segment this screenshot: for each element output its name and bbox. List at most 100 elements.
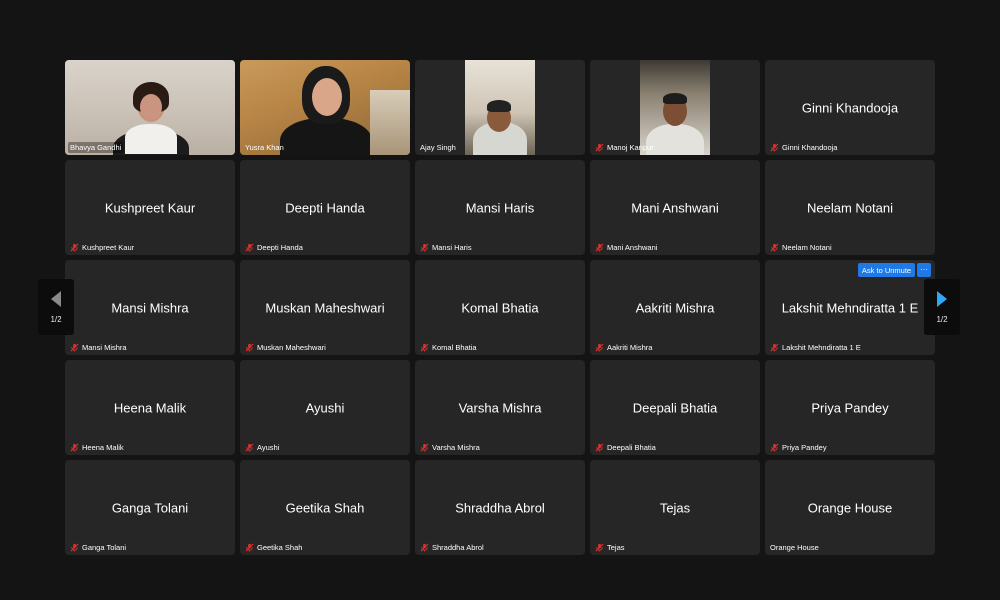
participant-video [65,60,235,155]
participant-name-label: Komal Bhatia [418,342,479,353]
camera-feed [465,60,535,155]
participant-display-name: Lakshit Mehndiratta 1 E [781,300,919,315]
participant-name-label: Aakriti Mishra [593,342,654,353]
next-page-button[interactable]: 1/2 [924,279,960,335]
muted-mic-icon [245,543,254,552]
participant-name-label: Yusra Khan [245,143,284,152]
participant-display-name: Deepali Bhatia [632,400,718,415]
muted-mic-icon [595,543,604,552]
participant-tile-ginni-khandooja[interactable]: Ginni Khandooja Ginni Khandooja [765,60,935,155]
participant-tile-neelam-notani[interactable]: Neelam Notani Neelam Notani [765,160,935,255]
page-indicator: 1/2 [50,314,62,324]
participant-name-label: Neelam Notani [768,242,834,253]
participant-tile-ganga-tolani[interactable]: Ganga Tolani Ganga Tolani [65,460,235,555]
participant-tile-ajay-singh[interactable]: Ajay Singh [415,60,585,155]
muted-mic-icon [70,343,79,352]
ask-to-unmute-button[interactable]: Ask to Unmute [858,263,915,277]
muted-mic-icon [420,543,429,552]
participant-tile-geetika-shah[interactable]: Geetika Shah Geetika Shah [240,460,410,555]
participant-display-name: Mansi Mishra [111,300,189,315]
participant-tile-mani-anshwani[interactable]: Mani Anshwani Mani Anshwani [590,160,760,255]
participant-name-label: Bhavya Gandhi [68,142,124,153]
participant-tile-heena-malik[interactable]: Heena Malik Heena Malik [65,360,235,455]
participant-tile-yusra-khan[interactable]: Yusra Khan [240,60,410,155]
participant-tile-deepali-bhatia[interactable]: Deepali Bhatia Deepali Bhatia [590,360,760,455]
muted-mic-icon [70,443,79,452]
participant-tile-shraddha-abrol[interactable]: Shraddha Abrol Shraddha Abrol [415,460,585,555]
participant-name-label: Ajay Singh [420,143,456,152]
participant-tile-tejas[interactable]: Tejas Tejas [590,460,760,555]
muted-mic-icon [770,243,779,252]
participant-tile-komal-bhatia[interactable]: Komal Bhatia Komal Bhatia [415,260,585,355]
participant-display-name: Ginni Khandooja [801,100,899,115]
muted-mic-icon [420,343,429,352]
muted-mic-icon [245,443,254,452]
muted-mic-icon [245,343,254,352]
more-options-button[interactable]: ··· [917,263,931,277]
muted-mic-icon [420,443,429,452]
participant-tile-muskan-maheshwari[interactable]: Muskan Maheshwari Muskan Maheshwari [240,260,410,355]
participant-display-name: Muskan Maheshwari [265,300,385,315]
participant-name-label: Orange House [770,543,819,552]
participant-name-label: Deepti Handa [243,242,305,253]
participant-tile-mansi-haris[interactable]: Mansi Haris Mansi Haris [415,160,585,255]
person-face [140,94,162,120]
person-hair [487,100,511,112]
participant-name-label: Priya Pandey [768,442,829,453]
participant-name-label: Ginni Khandooja [768,142,839,153]
participant-display-name: Ayushi [305,400,345,415]
participant-video [240,60,410,155]
more-options-icon: ··· [920,265,928,274]
muted-mic-icon [245,243,254,252]
muted-mic-icon [770,443,779,452]
participant-tile-mansi-mishra[interactable]: Mansi Mishra Mansi Mishra [65,260,235,355]
participant-display-name: Varsha Mishra [458,400,542,415]
participant-tile-aakriti-mishra[interactable]: Aakriti Mishra Aakriti Mishra [590,260,760,355]
participant-display-name: Geetika Shah [285,500,365,515]
participant-display-name: Neelam Notani [807,200,893,215]
muted-mic-icon [595,243,604,252]
participant-display-name: Kushpreet Kaur [104,200,196,215]
participant-name-label: Mansi Mishra [68,342,129,353]
participant-tile-orange-house[interactable]: Orange House Orange House [765,460,935,555]
gallery-grid: Bhavya Gandhi Yusra Khan Ajay Singh Mano… [65,60,935,555]
participant-tile-varsha-mishra[interactable]: Varsha Mishra Varsha Mishra [415,360,585,455]
page-indicator: 1/2 [936,314,948,324]
participant-video [415,60,585,155]
muted-mic-icon [70,243,79,252]
participant-name-label: Lakshit Mehndiratta 1 E [768,342,863,353]
participant-name-label: Muskan Maheshwari [243,342,328,353]
participant-name-label: Tejas [593,542,627,553]
next-page-arrow-icon [936,290,948,309]
participant-name-label: Kushpreet Kaur [68,242,136,253]
participant-tile-ayushi[interactable]: Ayushi Ayushi [240,360,410,455]
participant-tile-manoj-kanpur[interactable]: Manoj Kanpur [590,60,760,155]
participant-name-label: Varsha Mishra [418,442,482,453]
participant-display-name: Orange House [807,500,893,515]
participant-display-name: Tejas [659,500,691,515]
participant-tile-priya-pandey[interactable]: Priya Pandey Priya Pandey [765,360,935,455]
background-decor [370,90,410,155]
prev-page-arrow-icon [50,290,62,309]
muted-mic-icon [595,143,604,152]
participant-name-label: Heena Malik [68,442,126,453]
muted-mic-icon [595,443,604,452]
muted-mic-icon [70,543,79,552]
participant-tile-kushpreet-kaur[interactable]: Kushpreet Kaur Kushpreet Kaur [65,160,235,255]
muted-mic-icon [420,243,429,252]
camera-feed [640,60,710,155]
participant-name-label: Shraddha Abrol [418,542,486,553]
person-face [312,78,342,116]
participant-tile-deepti-handa[interactable]: Deepti Handa Deepti Handa [240,160,410,255]
participant-name-label: Manoj Kanpur [593,142,656,153]
participant-display-name: Deepti Handa [285,200,365,215]
participant-display-name: Shraddha Abrol [455,500,545,515]
participant-tile-bhavya-gandhi[interactable]: Bhavya Gandhi [65,60,235,155]
participant-display-name: Heena Malik [113,400,187,415]
participant-video [590,60,760,155]
muted-mic-icon [595,343,604,352]
participant-name-label: Mani Anshwani [593,242,659,253]
previous-page-button[interactable]: 1/2 [38,279,74,335]
person-hair [663,93,687,104]
participant-display-name: Mansi Haris [465,200,535,215]
